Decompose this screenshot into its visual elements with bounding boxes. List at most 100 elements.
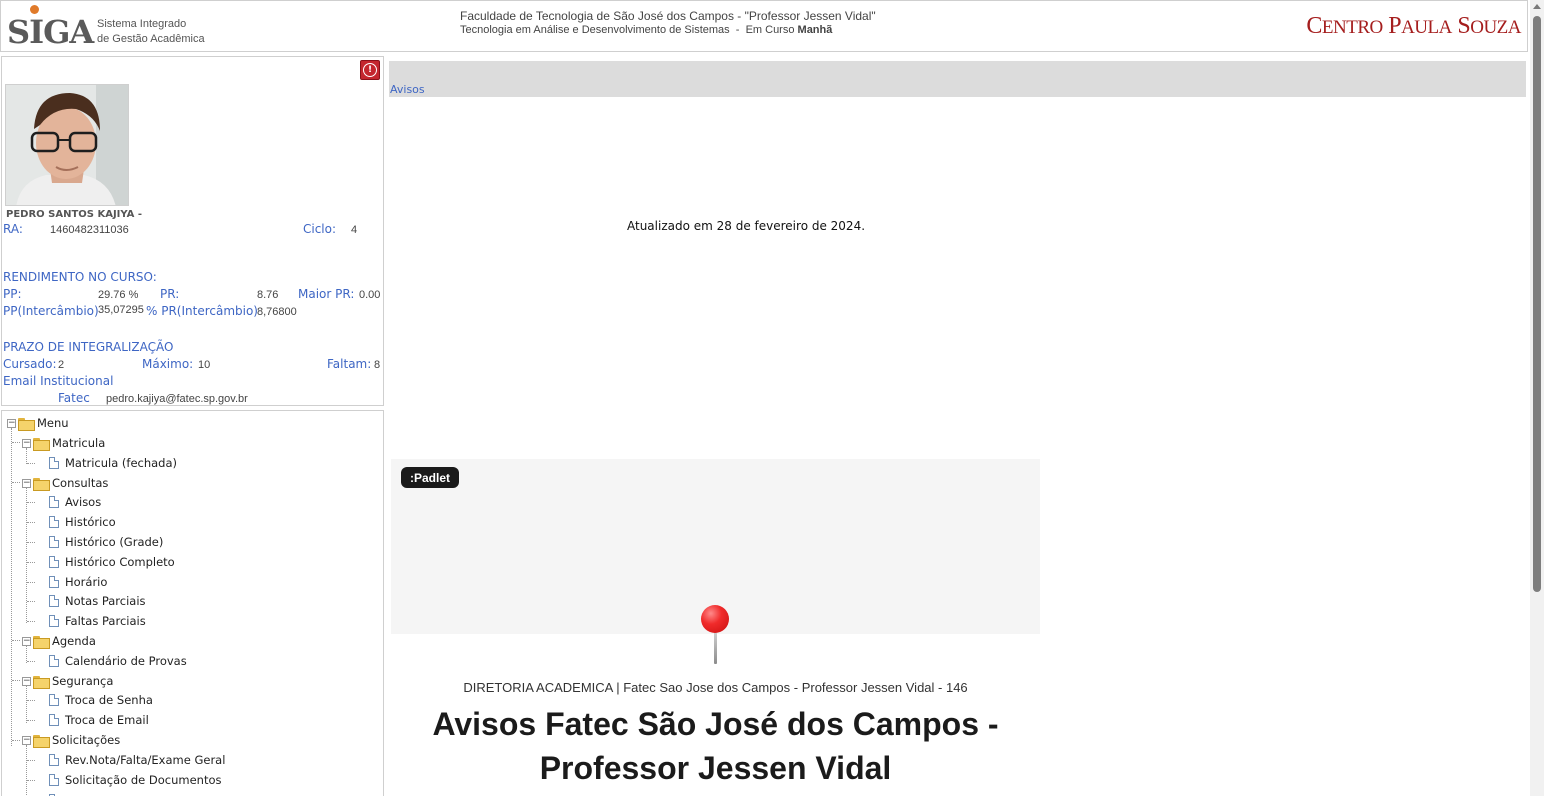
student-photo-image xyxy=(6,85,128,205)
menu-item-troca-email[interactable]: Troca de Email xyxy=(49,711,149,729)
menu-item-label: Troca de Senha xyxy=(65,693,153,707)
menu-item-label: Troca de Email xyxy=(65,713,149,727)
menu-item-calendario-provas[interactable]: Calendário de Provas xyxy=(49,652,187,670)
avisos-header-bar: Avisos xyxy=(389,61,1526,97)
menu-folder-solicitacoes[interactable]: − Solicitações xyxy=(22,731,120,749)
ra-value: 1460482311036 xyxy=(50,224,129,236)
ciclo-value: 4 xyxy=(351,224,358,236)
course-status: Em Curso xyxy=(745,24,795,36)
menu-folder-consultas[interactable]: − Consultas xyxy=(22,474,108,492)
collapse-icon[interactable]: − xyxy=(22,735,31,745)
menu-tree-panel: − Menu − Matricula Matricula (fechada) −… xyxy=(1,410,384,796)
menu-item-historico-grade[interactable]: Histórico (Grade) xyxy=(49,533,163,551)
menu-item-label: Calendário de Provas xyxy=(65,654,187,668)
siga-logo[interactable]: SIGA xyxy=(7,5,97,51)
header: SIGA Sistema Integrado de Gestão Acadêmi… xyxy=(0,0,1528,52)
menu-item-horario[interactable]: Horário xyxy=(49,573,107,591)
menu-item-label: Faltas Parciais xyxy=(65,614,146,628)
document-icon xyxy=(49,615,59,627)
menu-item-label: Histórico Completo xyxy=(65,555,175,569)
menu-item-label: Solicitação de Documentos xyxy=(65,773,222,787)
document-icon xyxy=(49,595,59,607)
menu-root[interactable]: − Menu xyxy=(7,414,69,432)
menu-folder-label: Segurança xyxy=(52,674,114,688)
menu-folder-seguranca[interactable]: − Segurança xyxy=(22,672,113,690)
document-icon xyxy=(49,516,59,528)
folder-icon xyxy=(33,477,50,491)
menu-item-faltas-parciais[interactable]: Faltas Parciais xyxy=(49,612,146,630)
faltam-value: 8 xyxy=(374,359,381,371)
document-icon xyxy=(49,536,59,548)
course-separator: - xyxy=(732,24,743,36)
collapse-icon[interactable]: − xyxy=(22,478,31,488)
document-icon xyxy=(49,714,59,726)
menu-item-avisos[interactable]: Avisos xyxy=(49,493,101,511)
email-label: Fatec xyxy=(58,391,90,405)
document-icon xyxy=(49,655,59,667)
menu-item-matricula-fechada[interactable]: Matricula (fechada) xyxy=(49,454,177,472)
maximo-value: 10 xyxy=(198,359,211,371)
folder-icon xyxy=(33,437,50,451)
menu-folder-matricula[interactable]: − Matricula xyxy=(22,434,105,452)
board-title: Avisos Fatec São José dos Campos - Profe… xyxy=(391,702,1040,790)
avisos-link[interactable]: Avisos xyxy=(390,83,425,96)
folder-icon xyxy=(33,635,50,649)
document-icon xyxy=(49,496,59,508)
folder-icon xyxy=(33,675,50,689)
menu-folder-label: Matricula xyxy=(52,436,106,450)
pr-label: PR: xyxy=(160,287,180,301)
pr-intercambio-label: % PR(Intercâmbio) xyxy=(146,304,258,318)
scroll-up-arrow-icon[interactable] xyxy=(1533,4,1541,9)
collapse-icon[interactable]: − xyxy=(22,676,31,686)
menu-item-historico[interactable]: Histórico xyxy=(49,513,116,531)
course-shift: Manhã xyxy=(797,24,833,36)
menu-item-solicitacao-documentos[interactable]: Solicitação de Documentos xyxy=(49,771,222,789)
menu-item-rev-nota[interactable]: Rev.Nota/Falta/Exame Geral xyxy=(49,751,225,769)
board-meta: DIRETORIA ACADEMICA | Fatec Sao Jose dos… xyxy=(463,680,968,695)
collapse-icon[interactable]: − xyxy=(22,438,31,448)
pr-value: 8.76 xyxy=(257,289,279,301)
menu-folder-label: Consultas xyxy=(52,476,109,490)
board-title-line2: Professor Jessen Vidal xyxy=(539,750,892,786)
document-icon xyxy=(49,457,59,469)
email-value: pedro.kajiya@fatec.sp.gov.br xyxy=(106,393,248,405)
institution-info: Faculdade de Tecnologia de São José dos … xyxy=(460,9,876,37)
siga-subtitle-line2: de Gestão Acadêmica xyxy=(97,33,205,45)
pin-head xyxy=(701,605,729,633)
course-name: Tecnologia em Análise e Desenvolvimento … xyxy=(460,24,730,36)
student-name: PEDRO SANTOS KAJIYA - xyxy=(6,209,143,220)
institution-name: Faculdade de Tecnologia de São José dos … xyxy=(460,9,876,23)
pp-intercambio-value: 35,07295 xyxy=(98,304,144,316)
prazo-title: PRAZO DE INTEGRALIZAÇÃO xyxy=(3,340,174,354)
document-icon xyxy=(49,774,59,786)
menu-item-partial[interactable] xyxy=(49,791,65,796)
cursado-label: Cursado: xyxy=(3,357,57,371)
collapse-icon[interactable]: − xyxy=(22,636,31,646)
pp-label: PP: xyxy=(3,287,22,301)
ciclo-label: Ciclo: xyxy=(303,222,337,236)
pin-icon xyxy=(700,604,732,668)
siga-subtitle: Sistema Integrado de Gestão Acadêmica xyxy=(97,17,205,47)
page-scrollbar[interactable] xyxy=(1530,0,1544,796)
document-icon xyxy=(49,576,59,588)
menu-item-label: Histórico xyxy=(65,515,116,529)
alert-icon: ! xyxy=(363,63,377,77)
menu-item-label: Rev.Nota/Falta/Exame Geral xyxy=(65,753,226,767)
course-info: Tecnologia em Análise e Desenvolvimento … xyxy=(460,23,876,37)
menu-item-label: Notas Parciais xyxy=(65,594,146,608)
menu-item-notas-parciais[interactable]: Notas Parciais xyxy=(49,592,146,610)
pr-intercambio-value: 8,76800 xyxy=(257,306,297,318)
collapse-icon[interactable]: − xyxy=(7,418,16,428)
alert-button[interactable]: ! xyxy=(360,60,380,80)
siga-logo-text: SIGA xyxy=(7,13,94,51)
email-title: Email Institucional xyxy=(3,374,114,388)
menu-item-troca-senha[interactable]: Troca de Senha xyxy=(49,691,153,709)
menu-folder-agenda[interactable]: − Agenda xyxy=(22,632,96,650)
scroll-thumb[interactable] xyxy=(1533,16,1541,592)
pp-value: 29.76 % xyxy=(98,289,139,301)
board-title-line1: Avisos Fatec São José dos Campos - xyxy=(432,706,999,742)
menu-item-label: Avisos xyxy=(65,495,102,509)
menu-item-historico-completo[interactable]: Histórico Completo xyxy=(49,553,175,571)
padlet-badge[interactable]: :Padlet xyxy=(401,467,460,488)
folder-icon xyxy=(33,734,50,748)
